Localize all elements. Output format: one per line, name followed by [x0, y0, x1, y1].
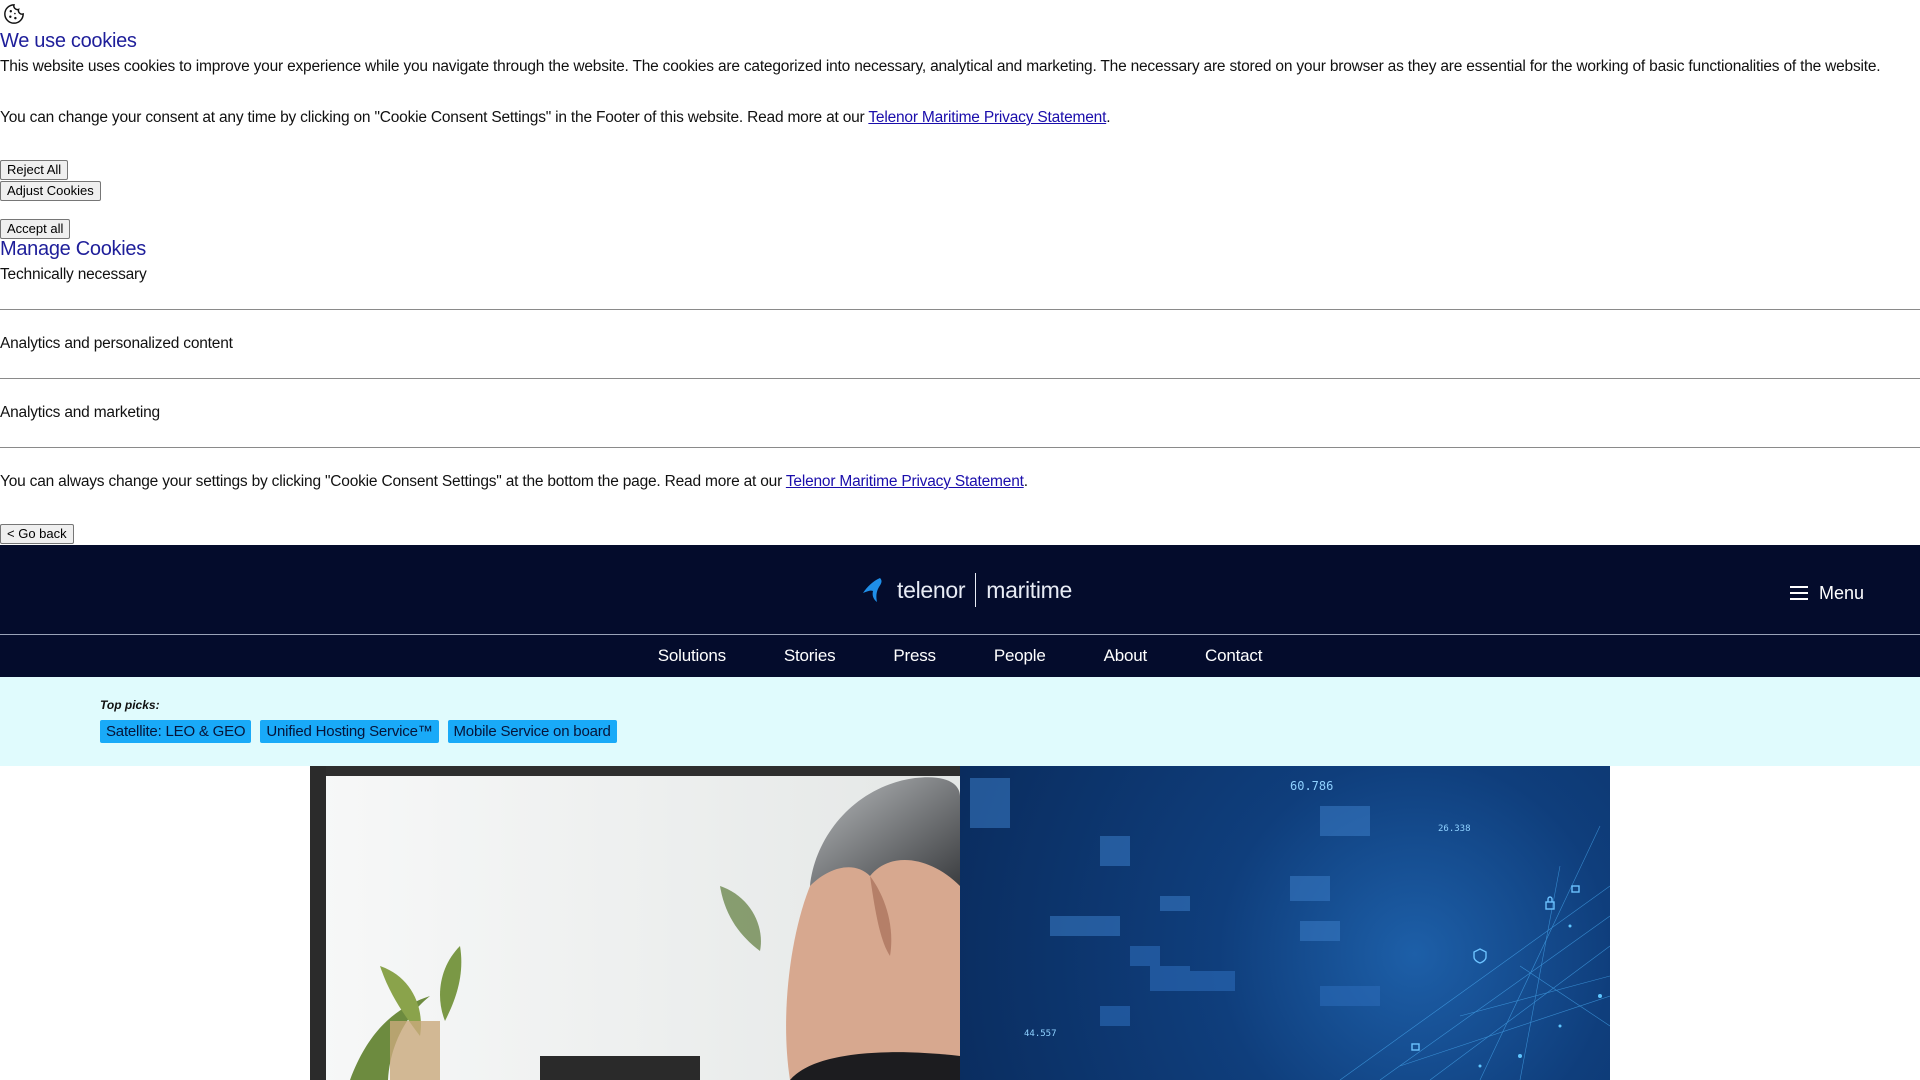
accept-all-button[interactable]: Accept all	[0, 219, 71, 239]
change-text: You can always change your settings by c…	[0, 473, 786, 490]
main-nav: Solutions Stories Press People About Con…	[0, 635, 1920, 677]
tag-mobile-service[interactable]: Mobile Service on board	[447, 720, 617, 743]
cookie-title: We use cookies	[0, 30, 137, 52]
tag-satellite[interactable]: Satellite: LEO & GEO	[100, 720, 252, 743]
top-picks-bar: Top picks: Satellite: LEO & GEO Unified …	[0, 677, 1920, 766]
data-number-3: 44.557	[1024, 1029, 1057, 1039]
nav-people[interactable]: People	[994, 646, 1046, 666]
hero-data-visual: 60.786 26.338 44.557	[960, 766, 1610, 1080]
adjust-cookies-button[interactable]: Adjust Cookies	[0, 181, 101, 201]
logo-brand: telenor	[897, 576, 966, 603]
menu-label: Menu	[1819, 582, 1865, 603]
site-header: telenor maritime Menu Solutions Stories …	[0, 545, 1920, 677]
top-picks-tags: Satellite: LEO & GEO Unified Hosting Ser…	[100, 720, 626, 743]
privacy-statement-link-2[interactable]: Telenor Maritime Privacy Statement	[786, 473, 1024, 490]
tag-unified-hosting[interactable]: Unified Hosting Service™	[260, 720, 439, 743]
consent-text: You can change your consent at any time …	[0, 109, 869, 126]
data-number-1: 60.786	[1290, 779, 1333, 793]
cookie-consent-text: You can change your consent at any time …	[0, 109, 1111, 127]
hamburger-icon	[1790, 586, 1808, 600]
hero-banner: 60.786 26.338 44.557	[310, 766, 1610, 1080]
cookie-change-text: You can always change your settings by c…	[0, 473, 1028, 491]
nav-about[interactable]: About	[1104, 646, 1148, 666]
cookie-category-label: Analytics and personalized content	[0, 335, 233, 352]
telenor-logo-icon	[863, 578, 882, 602]
period: .	[1106, 109, 1111, 126]
reject-all-button[interactable]: Reject All	[0, 160, 69, 180]
cookie-category-label: Technically necessary	[0, 266, 147, 283]
cookie-category-analytics-marketing[interactable]: Analytics and marketing	[0, 403, 1920, 448]
period: .	[1023, 473, 1028, 490]
data-number-2: 26.338	[1438, 824, 1471, 834]
cookie-icon	[4, 4, 24, 24]
cookie-category-analytics-personalized[interactable]: Analytics and personalized content	[0, 334, 1920, 379]
cookie-category-label: Analytics and marketing	[0, 404, 160, 421]
privacy-statement-link[interactable]: Telenor Maritime Privacy Statement	[868, 109, 1106, 126]
cookie-description: This website uses cookies to improve you…	[0, 58, 1881, 75]
logo-product: maritime	[986, 576, 1073, 603]
top-picks-label: Top picks:	[100, 698, 160, 712]
manage-cookies-title: Manage Cookies	[0, 238, 146, 260]
telenor-maritime-logo[interactable]: telenor maritime	[859, 570, 1072, 610]
go-back-button[interactable]: < Go back	[0, 524, 74, 544]
nav-press[interactable]: Press	[893, 646, 936, 666]
hero-photo-illustration	[310, 766, 960, 1080]
hero-data-illustration: 60.786 26.338 44.557	[970, 778, 1610, 1080]
nav-contact[interactable]: Contact	[1205, 646, 1262, 666]
hero-photo-man	[310, 766, 960, 1080]
menu-button[interactable]: Menu	[1790, 580, 1864, 606]
nav-stories[interactable]: Stories	[784, 646, 836, 666]
nav-solutions[interactable]: Solutions	[658, 646, 726, 666]
logo-divider	[975, 573, 977, 607]
cookie-category-necessary[interactable]: Technically necessary	[0, 265, 1920, 310]
